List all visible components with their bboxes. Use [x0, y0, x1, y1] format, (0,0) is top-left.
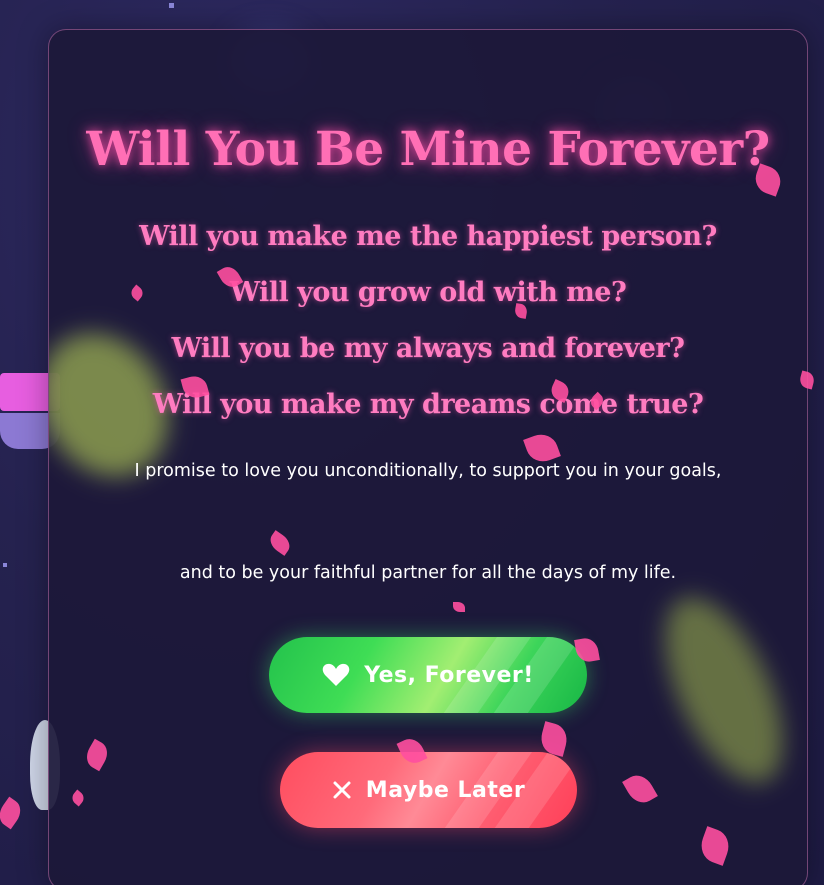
petal-decoration: [69, 789, 87, 807]
petal-decoration: [453, 602, 465, 612]
petal-decoration: [622, 770, 658, 808]
maybe-later-button[interactable]: Maybe Later: [280, 752, 577, 828]
petal-decoration: [81, 738, 113, 772]
question-item: Will you make my dreams come true?: [152, 389, 704, 420]
yes-forever-button[interactable]: Yes, Forever!: [269, 637, 587, 713]
question-item: Will you be my always and forever?: [171, 333, 685, 364]
close-icon: [332, 780, 352, 800]
decorative-glow: [640, 580, 807, 800]
no-button-label: Maybe Later: [365, 777, 526, 803]
question-item: Will you grow old with me?: [229, 277, 627, 308]
heart-icon: [322, 663, 350, 687]
background-star: [169, 3, 174, 8]
proposal-card: Will You Be Mine Forever? Will you make …: [48, 29, 808, 885]
question-list: Will you make me the happiest person? Wi…: [49, 216, 807, 440]
page-title: Will You Be Mine Forever?: [86, 122, 770, 177]
petal-decoration: [0, 796, 26, 830]
yes-button-label: Yes, Forever!: [364, 662, 534, 688]
background-star: [3, 563, 7, 567]
promise-text: I promise to love you unconditionally, t…: [134, 461, 722, 481]
petal-decoration: [266, 530, 294, 556]
promise-text: and to be your faithful partner for all …: [179, 563, 677, 583]
question-item: Will you make me the happiest person?: [139, 221, 717, 252]
petal-decoration: [696, 826, 734, 866]
